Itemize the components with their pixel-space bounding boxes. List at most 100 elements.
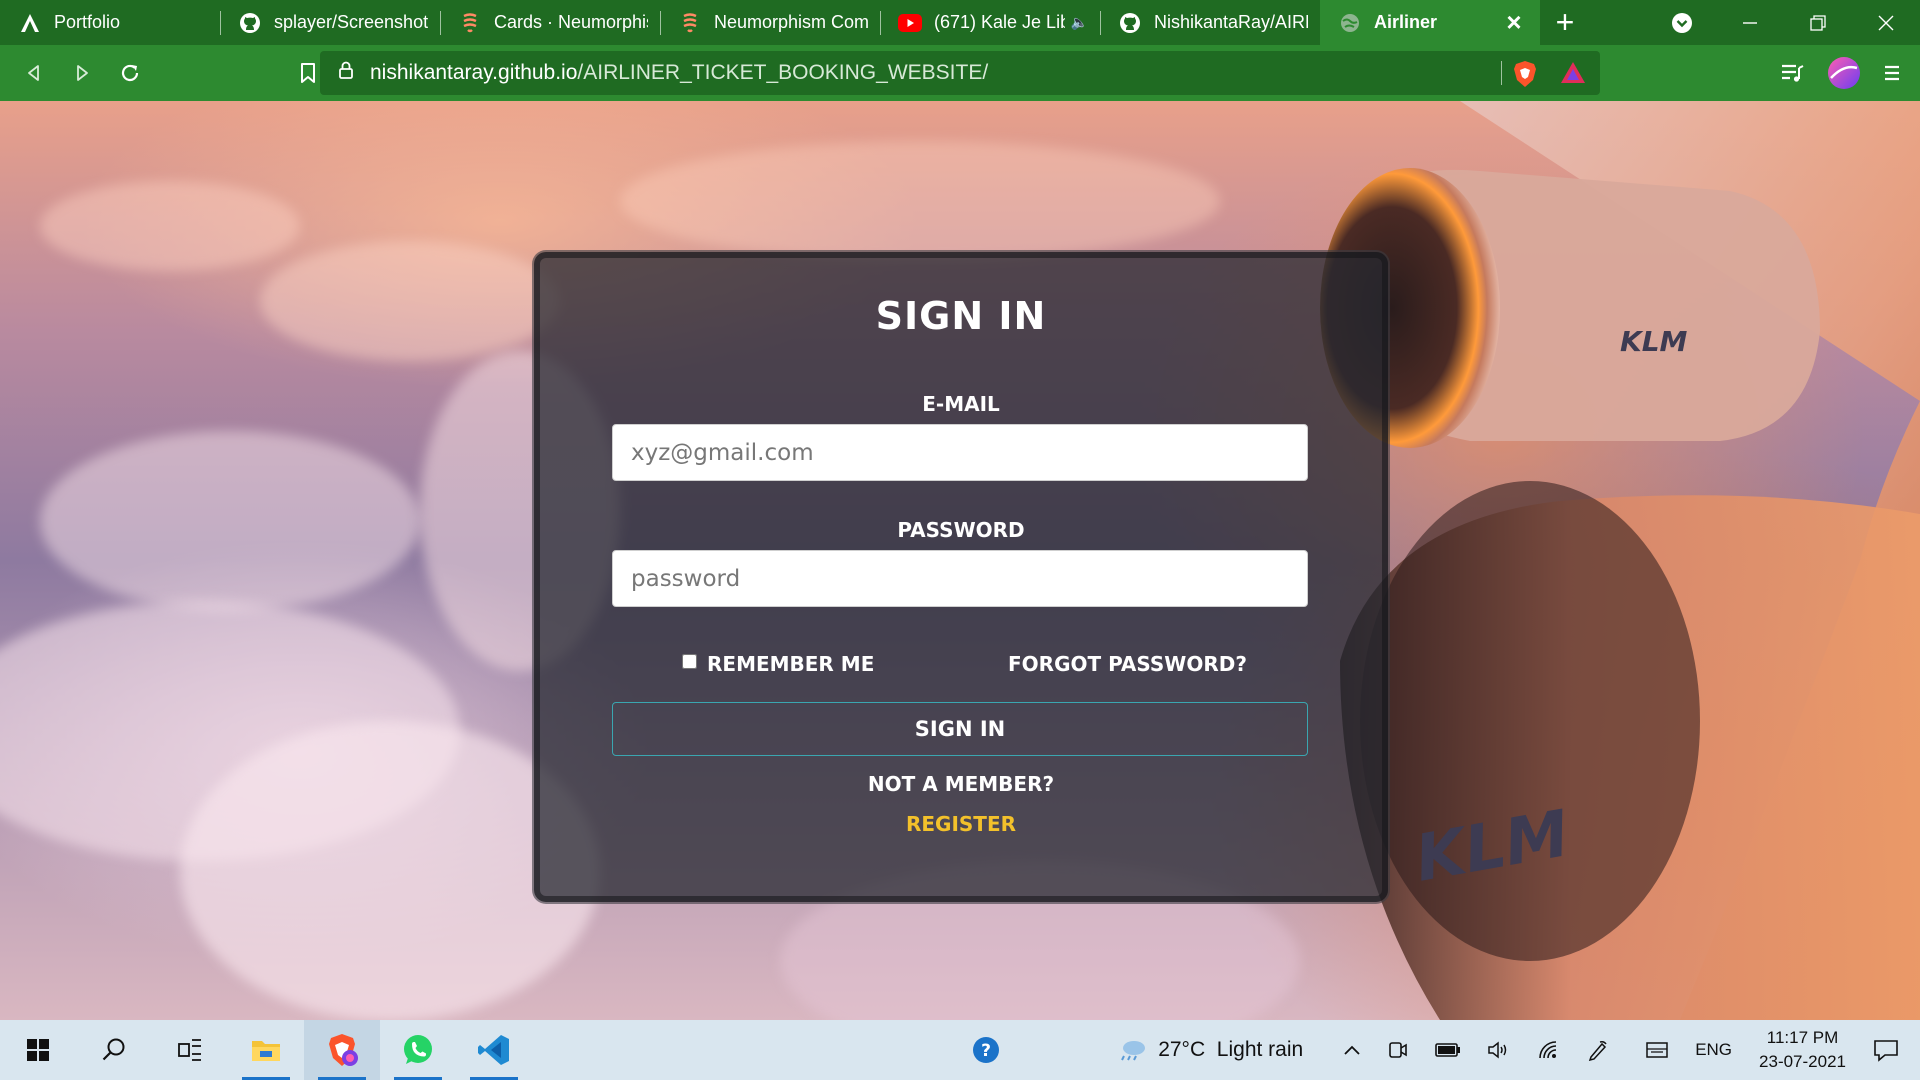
klm-logo-small: KLM [1620,325,1688,358]
language-indicator[interactable]: ENG [1682,1040,1745,1060]
tab-title: Airliner [1374,12,1438,32]
whatsapp-icon [404,1035,432,1064]
tab-title: NishikantaRay/AIRLI [1154,12,1308,32]
taskbar-search-button[interactable] [76,1020,152,1080]
help-button[interactable]: ? [948,1020,1024,1080]
volume-button[interactable] [1474,1040,1524,1060]
neumorphism-icon [458,11,482,35]
vscode-icon [478,1035,509,1065]
task-view-icon [178,1039,201,1061]
lock-icon[interactable] [338,60,354,86]
reload-button[interactable] [106,49,154,97]
brave-rewards-icon[interactable] [1560,60,1586,92]
tab-title: Neumorphism Comp [714,12,868,32]
tab-search-button[interactable] [1648,0,1716,45]
tab-cards-neumorphism[interactable]: Cards · Neumorphism [440,0,660,45]
tab-airliner[interactable]: Airliner × [1320,0,1540,45]
register-link[interactable]: REGISTER [906,812,1016,836]
folder-icon [252,1041,280,1061]
menu-button[interactable] [1868,49,1916,97]
tab-title: (671) Kale Je Liba [934,12,1065,32]
tab-title: Cards · Neumorphism [494,12,648,32]
tab-title: splayer/Screenshot ( [274,12,428,32]
minimize-button[interactable] [1716,0,1784,45]
globe-icon [1338,11,1362,35]
signin-title: SIGN IN [875,294,1047,338]
windows-taskbar: ? 27°C Light rain ENG 11:17 PM 23-07-202… [0,1020,1920,1080]
battery-icon [1435,1043,1461,1057]
remember-me-checkbox[interactable] [682,653,697,669]
remember-me[interactable]: REMEMBER ME [682,652,874,676]
touch-keyboard-button[interactable] [1632,1041,1682,1059]
start-button[interactable] [0,1020,76,1080]
close-window-button[interactable] [1852,0,1920,45]
neumorphism-icon [678,11,702,35]
taskbar-file-explorer[interactable] [228,1020,304,1080]
meet-now-icon [1389,1042,1407,1058]
url-host: nishikantaray.github.io [370,61,578,84]
forward-arrow-icon [77,65,88,81]
weather-temperature: 27°C [1158,1038,1206,1061]
task-view-button[interactable] [152,1020,228,1080]
chevron-down-circle-icon [1672,12,1692,33]
bookmark-icon [301,63,315,83]
clock-time: 11:17 PM [1766,1028,1839,1047]
notification-icon [1874,1040,1898,1062]
meet-now-button[interactable] [1374,1040,1422,1060]
address-bar[interactable]: nishikantaray.github.io/AIRLINER_TICKET_… [320,51,1600,95]
playlist-icon [1782,64,1804,82]
tab-youtube[interactable]: (671) Kale Je Liba 🔈 [880,0,1100,45]
tab-github-airliner[interactable]: NishikantaRay/AIRLI [1100,0,1320,45]
back-arrow-icon [28,65,39,81]
help-icon: ? [973,1037,999,1063]
battery-button[interactable] [1422,1042,1474,1058]
profile-avatar[interactable] [1820,49,1868,97]
search-icon [102,1038,125,1061]
taskbar-brave-browser[interactable] [304,1020,380,1080]
remember-me-label: REMEMBER ME [707,652,875,676]
system-tray: 27°C Light rain ENG 11:17 PM 23-07-2021 [1105,1020,1920,1080]
show-hidden-icons-button[interactable] [1330,1044,1374,1056]
browser-toolbar: nishikantaray.github.io/AIRLINER_TICKET_… [0,45,1920,101]
youtube-icon [898,11,922,35]
github-icon [238,11,262,35]
new-tab-button[interactable]: + [1540,0,1590,45]
notifications-button[interactable] [1860,1038,1912,1062]
hamburger-menu-icon [1885,65,1899,81]
password-label: PASSWORD [897,518,1025,542]
close-tab-icon[interactable]: × [1500,7,1528,38]
forgot-password-link[interactable]: FORGOT PASSWORD? [1008,652,1247,676]
email-field[interactable] [612,424,1308,481]
restore-icon [1810,14,1826,31]
playlist-button[interactable] [1768,49,1816,97]
signin-button[interactable]: SIGN IN [612,702,1308,756]
weather-description: Light rain [1216,1038,1304,1061]
tab-neumorphism-comp[interactable]: Neumorphism Comp [660,0,880,45]
avatar [1828,57,1860,89]
network-button[interactable] [1524,1039,1574,1061]
forward-button[interactable] [58,49,106,97]
close-icon [1878,15,1894,30]
clock-date: 23-07-2021 [1759,1052,1846,1071]
weather-widget[interactable]: 27°C Light rain [1105,1038,1316,1062]
pen-workspace-button[interactable] [1574,1039,1622,1061]
speaker-icon [1488,1041,1507,1059]
taskbar-whatsapp[interactable] [380,1020,456,1080]
brave-shields-icon[interactable] [1512,60,1538,94]
portfolio-a-icon [18,11,42,35]
brave-browser-icon [329,1034,358,1066]
minimize-icon [1743,21,1757,24]
windows-logo-icon [27,1039,49,1061]
tab-title: Portfolio [54,12,121,32]
back-button[interactable] [10,49,58,97]
github-icon [1118,11,1142,35]
restore-button[interactable] [1784,0,1852,45]
clock[interactable]: 11:17 PM 23-07-2021 [1745,1026,1860,1074]
tab-portfolio[interactable]: Portfolio [0,0,220,45]
password-field[interactable] [612,550,1308,607]
signin-card: SIGN IN E-MAIL PASSWORD REMEMBER ME FORG… [534,252,1388,902]
airplane-wing-image: KLM KLM [1320,101,1920,1020]
tab-github-screenshot[interactable]: splayer/Screenshot ( [220,0,440,45]
taskbar-vscode[interactable] [456,1020,532,1080]
speaker-icon[interactable]: 🔈 [1071,14,1088,31]
